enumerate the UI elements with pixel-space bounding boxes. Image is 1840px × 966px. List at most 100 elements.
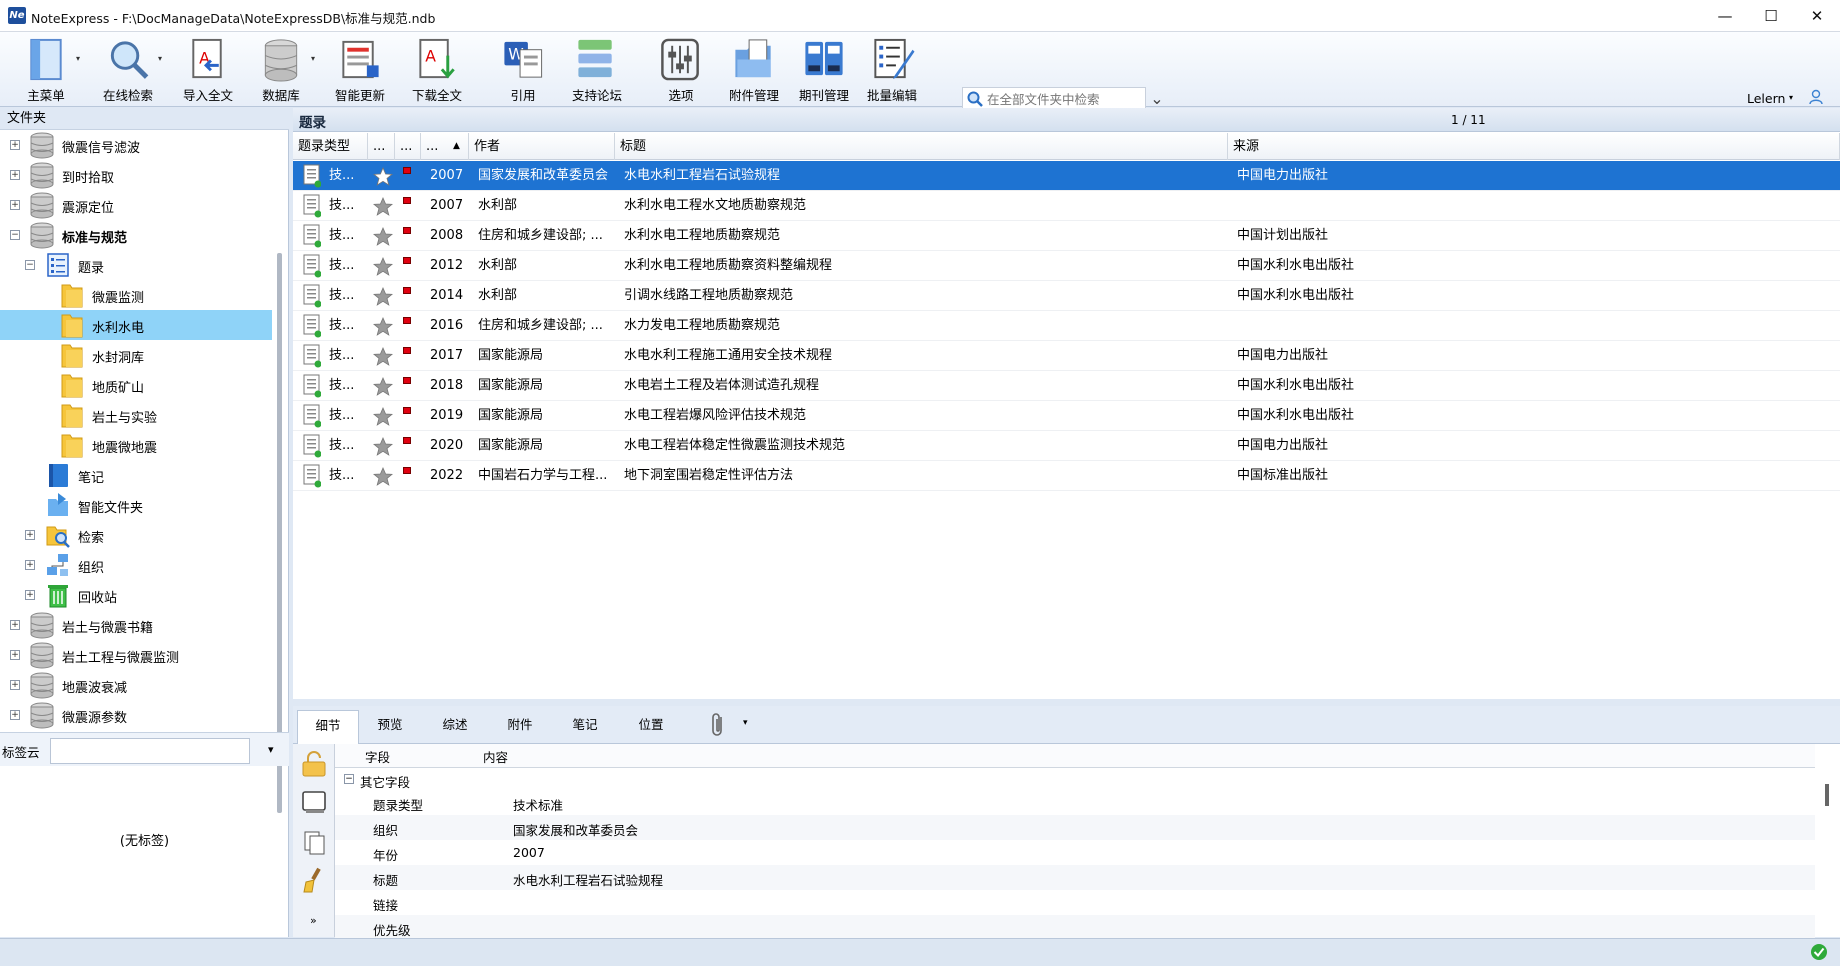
detail-field-value[interactable]: 技术标准: [513, 795, 563, 814]
minimize-button[interactable]: —: [1702, 0, 1748, 32]
dropdown-arrow-icon[interactable]: ▾: [76, 54, 80, 63]
red-flag-icon[interactable]: [403, 227, 411, 234]
folder-tree-item[interactable]: − 标准与规范: [0, 220, 272, 250]
folder-tree-item[interactable]: + 岩土与微震书籍: [0, 610, 272, 640]
column-type[interactable]: 题录类型: [293, 133, 368, 160]
tag-cloud-dropdown-icon[interactable]: ▾: [268, 743, 274, 756]
folder-tree-item[interactable]: − 题录: [0, 250, 272, 280]
folder-tree-item[interactable]: 微震监测: [0, 280, 272, 310]
detail-field-value[interactable]: 国家发展和改革委员会: [513, 820, 638, 839]
table-row[interactable]: 技... 2018 国家能源局 水电岩土工程及岩体测试造孔规程 中国水利水电出版社: [293, 371, 1840, 401]
red-flag-icon[interactable]: [403, 377, 411, 384]
red-flag-icon[interactable]: [403, 257, 411, 264]
star-icon[interactable]: [373, 227, 393, 247]
toolbar-button-import-fulltext[interactable]: A 导入全文: [168, 36, 248, 104]
star-icon[interactable]: [373, 467, 393, 487]
dropdown-arrow-icon[interactable]: ▾: [158, 54, 162, 63]
table-row[interactable]: 技... 2008 住房和城乡建设部; ... 水利水电工程地质勘察规范 中国计划出版社: [293, 221, 1840, 251]
close-button[interactable]: ✕: [1794, 0, 1840, 32]
folder-tree-item[interactable]: 地质矿山: [0, 370, 272, 400]
tree-expander-icon[interactable]: +: [10, 680, 20, 690]
red-flag-icon[interactable]: [403, 407, 411, 414]
folder-tree-item[interactable]: 水利水电: [0, 310, 272, 340]
detail-field-row[interactable]: 年份 2007: [335, 840, 1815, 865]
folder-tree-item[interactable]: 岩土与实验: [0, 400, 272, 430]
column-year[interactable]: ... ▲: [421, 133, 469, 160]
table-row[interactable]: 技... 2017 国家能源局 水电水利工程施工通用安全技术规程 中国电力出版社: [293, 341, 1840, 371]
tree-expander-icon[interactable]: +: [10, 200, 20, 210]
star-icon[interactable]: [373, 197, 393, 217]
folder-tree-item[interactable]: + 组织: [0, 550, 272, 580]
detail-field-row[interactable]: 链接: [335, 890, 1815, 915]
toolbar-button-database[interactable]: 数据库 ▾: [241, 36, 321, 104]
group-collapse-icon[interactable]: −: [344, 774, 354, 784]
table-row[interactable]: 技... 2012 水利部 水利水电工程地质勘察资料整编规程 中国水利水电出版社: [293, 251, 1840, 281]
folder-tree-item[interactable]: + 微震源参数: [0, 700, 272, 730]
table-row[interactable]: 技... 2022 中国岩石力学与工程... 地下洞室围岩稳定性评估方法 中国标准出版社: [293, 461, 1840, 491]
star-icon[interactable]: [373, 317, 393, 337]
tab-detail-1[interactable]: 预览: [359, 710, 421, 744]
detail-field-value[interactable]: 2007: [513, 845, 545, 860]
column-title[interactable]: 标题: [615, 133, 1228, 160]
tree-expander-icon[interactable]: +: [10, 650, 20, 660]
user-icon[interactable]: [1808, 89, 1824, 105]
table-row[interactable]: 技... 2007 水利部 水利水电工程水文地质勘察规范: [293, 191, 1840, 221]
column-source[interactable]: 来源: [1228, 133, 1840, 160]
tree-expander-icon[interactable]: −: [25, 260, 35, 270]
column-star[interactable]: ...: [368, 133, 395, 160]
tree-expander-icon[interactable]: +: [10, 620, 20, 630]
table-row[interactable]: 技... 2014 水利部 引调水线路工程地质勘察规范 中国水利水电出版社: [293, 281, 1840, 311]
folder-tree-item[interactable]: + 微震信号滤波: [0, 130, 272, 160]
tree-expander-icon[interactable]: +: [10, 170, 20, 180]
paperclip-icon[interactable]: [709, 711, 727, 739]
user-dropdown-icon[interactable]: ▾: [1789, 93, 1793, 102]
sync-ok-icon[interactable]: [1810, 943, 1828, 961]
folder-tree-item[interactable]: + 岩土工程与微震监测: [0, 640, 272, 670]
tree-expander-icon[interactable]: +: [10, 710, 20, 720]
tab-detail-0[interactable]: 细节: [297, 710, 359, 744]
folder-tree-item[interactable]: + 回收站: [0, 580, 272, 610]
tab-detail-4[interactable]: 笔记: [554, 710, 616, 744]
table-row[interactable]: 技... 2020 国家能源局 水电工程岩体稳定性微震监测技术规范 中国电力出版社: [293, 431, 1840, 461]
tree-expander-icon[interactable]: −: [10, 230, 20, 240]
detail-field-row[interactable]: 优先级: [335, 915, 1815, 940]
dropdown-arrow-icon[interactable]: ▾: [311, 54, 315, 63]
star-icon[interactable]: [373, 167, 393, 187]
user-name[interactable]: Lelern: [1747, 91, 1785, 106]
red-flag-icon[interactable]: [403, 197, 411, 204]
table-row[interactable]: 技... 2007 国家发展和改革委员会 水电水利工程岩石试验规程 中国电力出版社: [293, 161, 1840, 191]
tab-detail-5[interactable]: 位置: [620, 710, 682, 744]
detail-field-row[interactable]: 组织 国家发展和改革委员会: [335, 815, 1815, 840]
detail-scrollbar[interactable]: [1825, 784, 1829, 806]
tree-expander-icon[interactable]: +: [25, 590, 35, 600]
folder-tree-item[interactable]: 智能文件夹: [0, 490, 272, 520]
table-row[interactable]: 技... 2019 国家能源局 水电工程岩爆风险评估技术规范 中国水利水电出版社: [293, 401, 1840, 431]
toolbar-button-batch-edit[interactable]: 批量编辑: [852, 36, 932, 104]
lock-open-icon[interactable]: [300, 750, 328, 778]
window-icon[interactable]: [300, 788, 328, 816]
detail-field-value[interactable]: 水电水利工程岩石试验规程: [513, 870, 663, 889]
red-flag-icon[interactable]: [403, 437, 411, 444]
tree-scrollbar[interactable]: [277, 253, 282, 813]
folder-tree-item[interactable]: + 地震波衰减: [0, 670, 272, 700]
toolbar-button-forum[interactable]: 支持论坛: [557, 36, 637, 104]
red-flag-icon[interactable]: [403, 347, 411, 354]
column-flag[interactable]: ...: [395, 133, 421, 160]
star-icon[interactable]: [373, 257, 393, 277]
star-icon[interactable]: [373, 287, 393, 307]
search-input[interactable]: [987, 91, 1137, 107]
red-flag-icon[interactable]: [403, 317, 411, 324]
folder-tree-item[interactable]: 水封洞库: [0, 340, 272, 370]
tab-detail-3[interactable]: 附件: [489, 710, 551, 744]
brush-icon[interactable]: [300, 866, 328, 894]
toolbar-button-smart-update[interactable]: 智能更新: [320, 36, 400, 104]
star-icon[interactable]: [373, 407, 393, 427]
toolbar-button-main-menu[interactable]: 主菜单 ▾: [6, 36, 86, 104]
folder-tree-item[interactable]: 地震微地震: [0, 430, 272, 460]
tag-cloud-input[interactable]: [50, 738, 250, 764]
detail-field-row[interactable]: 标题 水电水利工程岩石试验规程: [335, 865, 1815, 890]
tab-detail-2[interactable]: 综述: [424, 710, 486, 744]
tree-expander-icon[interactable]: +: [10, 140, 20, 150]
maximize-button[interactable]: ☐: [1748, 0, 1794, 32]
more-tools-icon[interactable]: »: [310, 914, 317, 927]
